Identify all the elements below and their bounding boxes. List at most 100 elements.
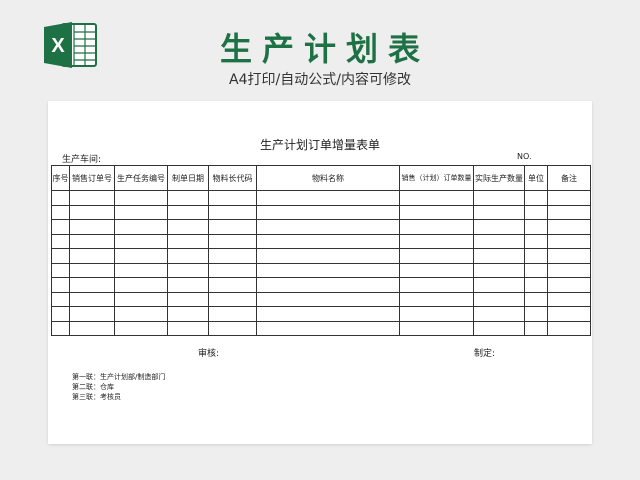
table-cell[interactable]: [256, 204, 400, 220]
table-cell[interactable]: [547, 277, 591, 293]
table-cell[interactable]: [167, 291, 209, 307]
table-cell[interactable]: [114, 190, 168, 206]
table-cell[interactable]: [69, 248, 115, 264]
table-cell[interactable]: [256, 291, 400, 307]
table-cell[interactable]: [167, 262, 209, 278]
table-cell[interactable]: [524, 219, 548, 235]
table-cell[interactable]: [399, 262, 474, 278]
table-cell[interactable]: [167, 190, 209, 206]
table-cell[interactable]: [114, 219, 168, 235]
table-cell[interactable]: [399, 248, 474, 264]
table-cell[interactable]: [256, 233, 400, 249]
table-cell[interactable]: [547, 190, 591, 206]
table-cell[interactable]: [167, 219, 209, 235]
table-cell[interactable]: [167, 233, 209, 249]
table-cell[interactable]: [473, 219, 525, 235]
table-cell[interactable]: [524, 248, 548, 264]
table-cell[interactable]: [51, 219, 70, 235]
table-cell[interactable]: [51, 262, 70, 278]
table-cell[interactable]: [256, 219, 400, 235]
table-cell[interactable]: [167, 306, 209, 322]
table-cell[interactable]: [473, 190, 525, 206]
table-cell[interactable]: [208, 219, 257, 235]
table-cell[interactable]: [51, 277, 70, 293]
table-cell[interactable]: [167, 320, 209, 336]
table-cell[interactable]: [473, 277, 525, 293]
table-cell[interactable]: [51, 248, 70, 264]
table-cell[interactable]: [524, 277, 548, 293]
table-cell[interactable]: [51, 306, 70, 322]
table-cell[interactable]: [69, 306, 115, 322]
table-cell[interactable]: [547, 262, 591, 278]
table-cell[interactable]: [208, 190, 257, 206]
table-cell[interactable]: [69, 262, 115, 278]
table-cell[interactable]: [399, 190, 474, 206]
table-cell[interactable]: [51, 233, 70, 249]
table-cell[interactable]: [547, 204, 591, 220]
table-cell[interactable]: [524, 291, 548, 307]
table-cell[interactable]: [399, 291, 474, 307]
table-cell[interactable]: [524, 320, 548, 336]
table-cell[interactable]: [114, 306, 168, 322]
table-cell[interactable]: [69, 320, 115, 336]
table-cell[interactable]: [208, 262, 257, 278]
table-cell[interactable]: [114, 291, 168, 307]
table-cell[interactable]: [69, 219, 115, 235]
table-cell[interactable]: [524, 306, 548, 322]
table-cell[interactable]: [208, 320, 257, 336]
table-cell[interactable]: [547, 233, 591, 249]
table-cell[interactable]: [399, 233, 474, 249]
table-cell[interactable]: [473, 306, 525, 322]
table-cell[interactable]: [399, 219, 474, 235]
table-cell[interactable]: [256, 277, 400, 293]
table-cell[interactable]: [69, 233, 115, 249]
table-cell[interactable]: [208, 291, 257, 307]
table-cell[interactable]: [69, 277, 115, 293]
table-cell[interactable]: [114, 204, 168, 220]
table-cell[interactable]: [256, 320, 400, 336]
table-cell[interactable]: [208, 204, 257, 220]
table-cell[interactable]: [167, 204, 209, 220]
table-cell[interactable]: [524, 233, 548, 249]
table-cell[interactable]: [473, 204, 525, 220]
table-cell[interactable]: [399, 320, 474, 336]
table-cell[interactable]: [167, 277, 209, 293]
table-cell[interactable]: [256, 248, 400, 264]
table-cell[interactable]: [473, 248, 525, 264]
table-cell[interactable]: [114, 277, 168, 293]
table-cell[interactable]: [114, 320, 168, 336]
table-cell[interactable]: [69, 204, 115, 220]
table-cell[interactable]: [473, 320, 525, 336]
table-cell[interactable]: [208, 306, 257, 322]
table-cell[interactable]: [208, 233, 257, 249]
table-cell[interactable]: [51, 190, 70, 206]
table-cell[interactable]: [114, 248, 168, 264]
table-cell[interactable]: [208, 248, 257, 264]
table-cell[interactable]: [114, 233, 168, 249]
table-cell[interactable]: [524, 204, 548, 220]
table-cell[interactable]: [399, 204, 474, 220]
table-cell[interactable]: [69, 291, 115, 307]
table-cell[interactable]: [547, 248, 591, 264]
table-cell[interactable]: [399, 277, 474, 293]
table-cell[interactable]: [51, 204, 70, 220]
table-cell[interactable]: [473, 291, 525, 307]
table-cell[interactable]: [256, 262, 400, 278]
table-cell[interactable]: [208, 277, 257, 293]
table-cell[interactable]: [524, 262, 548, 278]
table-cell[interactable]: [256, 306, 400, 322]
table-cell[interactable]: [51, 320, 70, 336]
table-cell[interactable]: [473, 233, 525, 249]
table-cell[interactable]: [547, 320, 591, 336]
table-cell[interactable]: [114, 262, 168, 278]
table-cell[interactable]: [399, 306, 474, 322]
table-cell[interactable]: [473, 262, 525, 278]
table-cell[interactable]: [69, 190, 115, 206]
table-cell[interactable]: [167, 248, 209, 264]
table-cell[interactable]: [524, 190, 548, 206]
table-cell[interactable]: [547, 306, 591, 322]
table-cell[interactable]: [547, 291, 591, 307]
table-cell[interactable]: [547, 219, 591, 235]
table-cell[interactable]: [256, 190, 400, 206]
table-cell[interactable]: [51, 291, 70, 307]
